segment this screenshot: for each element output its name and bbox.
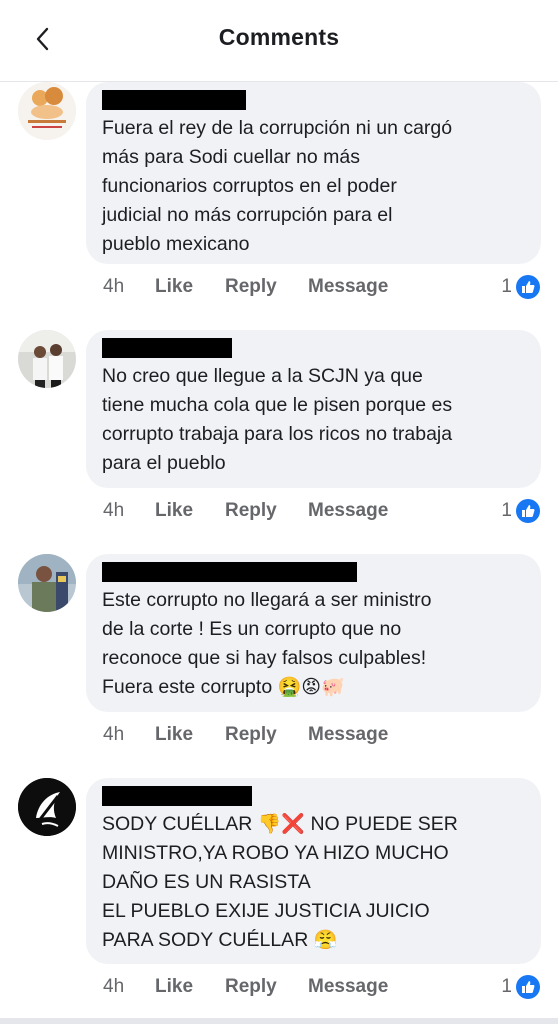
author-name-redacted	[102, 338, 232, 358]
comment-text-body: Este corrupto no llegará a ser ministro …	[102, 589, 432, 698]
reaction-count-value: 1	[501, 276, 512, 297]
message-button[interactable]: Message	[308, 724, 388, 746]
avatar[interactable]	[18, 82, 76, 140]
comment-bubble[interactable]: Fuera el rey de la corrupción ni un carg…	[86, 82, 541, 264]
comment-time: 4h	[103, 724, 125, 745]
reply-button[interactable]: Reply	[225, 976, 308, 998]
avatar[interactable]	[18, 778, 76, 836]
comment-time: 4h	[103, 276, 125, 297]
comment-text: No creo que llegue a la SCJN ya que tien…	[102, 365, 453, 474]
comment-text: SODY CUÉLLAR 👎❌ NO PUEDE SER MINISTRO,YA…	[102, 810, 527, 955]
reaction-count[interactable]: 1	[501, 499, 540, 523]
comment-bubble[interactable]: No creo que llegue a la SCJN ya que tien…	[86, 330, 541, 488]
comment-actions: 4h Like Reply Message	[103, 976, 388, 998]
avatar[interactable]	[18, 330, 76, 388]
author-name-redacted	[102, 562, 357, 582]
like-button[interactable]: Like	[155, 976, 225, 998]
like-button[interactable]: Like	[155, 724, 225, 746]
comment-actions: 4h Like Reply Message	[103, 276, 388, 298]
page-title: Comments	[218, 24, 340, 50]
reply-button[interactable]: Reply	[225, 500, 308, 522]
emoji-group: 😤	[313, 929, 338, 951]
thumbs-up-icon	[516, 975, 540, 999]
message-button[interactable]: Message	[308, 276, 388, 298]
message-button[interactable]: Message	[308, 500, 388, 522]
bottom-edge	[0, 1018, 558, 1024]
reaction-count[interactable]: 1	[501, 975, 540, 999]
reaction-count-value: 1	[501, 500, 512, 521]
reply-button[interactable]: Reply	[225, 724, 308, 746]
message-button[interactable]: Message	[308, 976, 388, 998]
reaction-count-value: 1	[501, 976, 512, 997]
comment-text: Fuera el rey de la corrupción ni un carg…	[102, 117, 453, 255]
top-app-bar: Comments	[0, 0, 558, 82]
comment-actions: 4h Like Reply Message	[103, 724, 388, 746]
like-button[interactable]: Like	[155, 276, 225, 298]
thumbs-up-icon	[516, 275, 540, 299]
comment-time: 4h	[103, 976, 125, 997]
author-name-redacted	[102, 786, 252, 806]
comment-text: Este corrupto no llegará a ser ministro …	[102, 586, 527, 702]
thumbs-up-icon	[516, 499, 540, 523]
emoji-group: 🤮😡🐖	[277, 676, 345, 698]
like-button[interactable]: Like	[155, 500, 225, 522]
author-name-redacted	[102, 90, 246, 110]
comment-actions: 4h Like Reply Message	[103, 500, 388, 522]
reply-button[interactable]: Reply	[225, 276, 308, 298]
emoji-group: 👎❌	[257, 813, 306, 835]
reaction-count[interactable]: 1	[501, 275, 540, 299]
avatar[interactable]	[18, 554, 76, 612]
comment-bubble[interactable]: Este corrupto no llegará a ser ministro …	[86, 554, 541, 712]
comment-time: 4h	[103, 500, 125, 521]
comment-bubble[interactable]: SODY CUÉLLAR 👎❌ NO PUEDE SER MINISTRO,YA…	[86, 778, 541, 964]
comment-text-part-1: SODY CUÉLLAR	[102, 813, 258, 835]
